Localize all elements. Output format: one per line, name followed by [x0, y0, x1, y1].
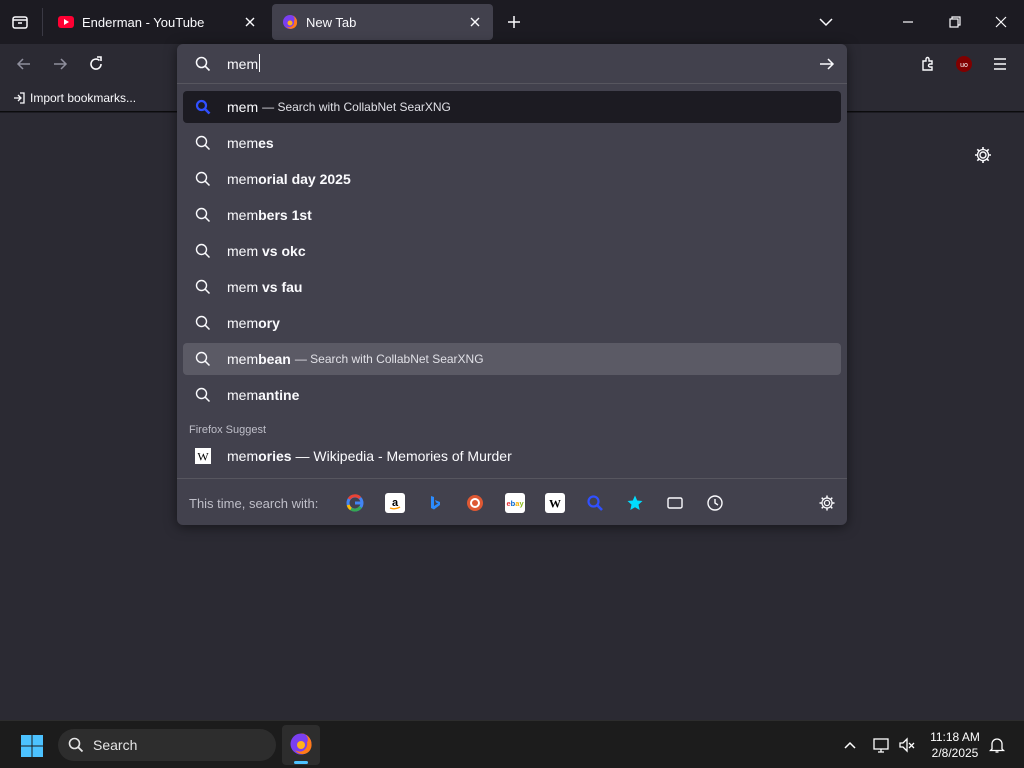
search-suggestion-row[interactable]: mem — Search with CollabNet SearXNG	[183, 91, 841, 123]
suggestion-text: mem vs okc	[227, 243, 306, 259]
active-indicator	[294, 761, 308, 764]
gear-icon[interactable]	[973, 145, 993, 165]
tab-youtube[interactable]: Enderman - YouTube	[48, 4, 268, 40]
chevron-down-icon[interactable]	[816, 12, 836, 32]
go-arrow-icon[interactable]	[818, 55, 836, 73]
close-tab-icon[interactable]	[240, 12, 260, 32]
firefox-icon	[282, 14, 298, 30]
menu-icon[interactable]	[986, 50, 1014, 78]
google-icon[interactable]	[345, 493, 365, 513]
tab-new-tab[interactable]: New Tab	[272, 4, 493, 40]
search-icon	[195, 279, 211, 295]
search-suggestion-row[interactable]: mem vs okc	[183, 235, 841, 267]
close-window-button[interactable]	[991, 12, 1011, 32]
windows-start-icon[interactable]	[20, 734, 44, 758]
firefox-taskbar-button[interactable]	[282, 725, 320, 765]
search-suggestion-row[interactable]: membean — Search with CollabNet SearXNG	[183, 343, 841, 375]
search-icon	[195, 315, 211, 331]
forward-button[interactable]	[46, 50, 74, 78]
duckduckgo-icon[interactable]	[465, 493, 485, 513]
minimize-button[interactable]	[898, 12, 918, 32]
close-tab-icon[interactable]	[465, 12, 485, 32]
suggestion-text: memes	[227, 135, 274, 151]
import-bookmarks-label: Import bookmarks...	[30, 91, 137, 105]
tab-title: Enderman - YouTube	[82, 14, 205, 30]
search-suggestion-row[interactable]: memory	[183, 307, 841, 339]
svg-text:a: a	[392, 497, 399, 509]
reload-button[interactable]	[82, 50, 110, 78]
one-off-label: This time, search with:	[189, 496, 319, 511]
search-suggestion-row[interactable]: memorial day 2025	[183, 163, 841, 195]
search-icon	[195, 171, 211, 187]
search-icon	[195, 243, 211, 259]
text-caret	[259, 54, 260, 72]
svg-text:W: W	[549, 497, 561, 511]
wikipedia-icon[interactable]: W	[545, 493, 565, 513]
search-suggestion-row[interactable]: members 1st	[183, 199, 841, 231]
urlbar-input-row	[177, 44, 847, 84]
taskbar-search-box[interactable]: Search	[58, 729, 276, 761]
search-suggestion-row[interactable]: memes	[183, 127, 841, 159]
divider	[42, 8, 43, 36]
search-suggestion-row[interactable]: memantine	[183, 379, 841, 411]
import-icon	[12, 91, 26, 105]
search-icon	[195, 207, 211, 223]
suggest-result-row[interactable]: W memories — Wikipedia - Memories of Mur…	[183, 440, 841, 472]
one-off-search-bar: This time, search with: a ebay W	[177, 478, 847, 525]
tab-list-icon[interactable]	[10, 12, 30, 32]
import-bookmarks-button[interactable]: Import bookmarks...	[12, 89, 136, 107]
searxng-icon[interactable]	[585, 493, 605, 513]
suggestion-text: members 1st	[227, 207, 312, 223]
notification-bell-icon[interactable]	[988, 736, 1006, 754]
wikipedia-icon: W	[195, 448, 211, 464]
search-icon	[195, 135, 211, 151]
suggestion-action-text: — Search with CollabNet SearXNG	[262, 100, 451, 114]
windows-taskbar: Search 11:18 AM 2/8/2025	[0, 720, 1024, 768]
suggestion-action-text: — Search with CollabNet SearXNG	[294, 352, 484, 366]
taskbar-search-placeholder: Search	[93, 737, 138, 753]
tab-title: New Tab	[306, 14, 357, 30]
history-icon[interactable]	[705, 493, 725, 513]
search-icon	[195, 56, 211, 72]
clock-date: 2/8/2025	[931, 746, 979, 760]
clock-time: 11:18 AM	[930, 730, 980, 744]
suggestion-text: membean	[227, 351, 291, 367]
bookmarks-icon[interactable]	[625, 493, 645, 513]
restore-button[interactable]	[945, 12, 965, 32]
tab-bar: Enderman - YouTube New Tab	[0, 0, 1024, 44]
svg-text:W: W	[197, 450, 209, 464]
ebay-icon[interactable]: ebay	[505, 493, 525, 513]
tabs-icon[interactable]	[665, 493, 685, 513]
search-icon	[68, 737, 84, 753]
back-button[interactable]	[10, 50, 38, 78]
chevron-up-icon[interactable]	[842, 737, 858, 753]
search-icon	[195, 387, 211, 403]
suggestion-text: memory	[227, 315, 280, 331]
firefox-suggest-heading: Firefox Suggest	[189, 424, 267, 436]
firefox-icon	[289, 732, 313, 756]
youtube-icon	[58, 14, 74, 30]
result-text: memories — Wikipedia - Memories of Murde…	[227, 448, 512, 464]
urlbar-input[interactable]	[227, 54, 787, 74]
new-tab-button[interactable]	[504, 12, 524, 32]
suggestion-text: mem vs fau	[227, 279, 303, 295]
system-clock[interactable]: 11:18 AM 2/8/2025	[924, 729, 986, 761]
amazon-icon[interactable]: a	[385, 493, 405, 513]
suggestion-text: memorial day 2025	[227, 171, 351, 187]
ublock-origin-icon[interactable]: uo	[950, 50, 978, 78]
suggestion-text: mem	[227, 99, 259, 115]
svg-text:uo: uo	[960, 62, 968, 69]
volume-muted-icon[interactable]	[898, 736, 916, 754]
search-settings-gear-icon[interactable]	[817, 493, 837, 513]
search-icon	[195, 351, 211, 367]
search-suggestion-row[interactable]: mem vs fau	[183, 271, 841, 303]
urlbar-dropdown: mem— Search with CollabNet SearXNGmemesm…	[177, 44, 847, 525]
extensions-icon[interactable]	[914, 50, 942, 78]
network-icon[interactable]	[872, 736, 890, 754]
suggestion-text: memantine	[227, 387, 300, 403]
svg-text:ebay: ebay	[507, 499, 525, 508]
searxng-icon	[195, 99, 211, 115]
bing-icon[interactable]	[425, 493, 445, 513]
